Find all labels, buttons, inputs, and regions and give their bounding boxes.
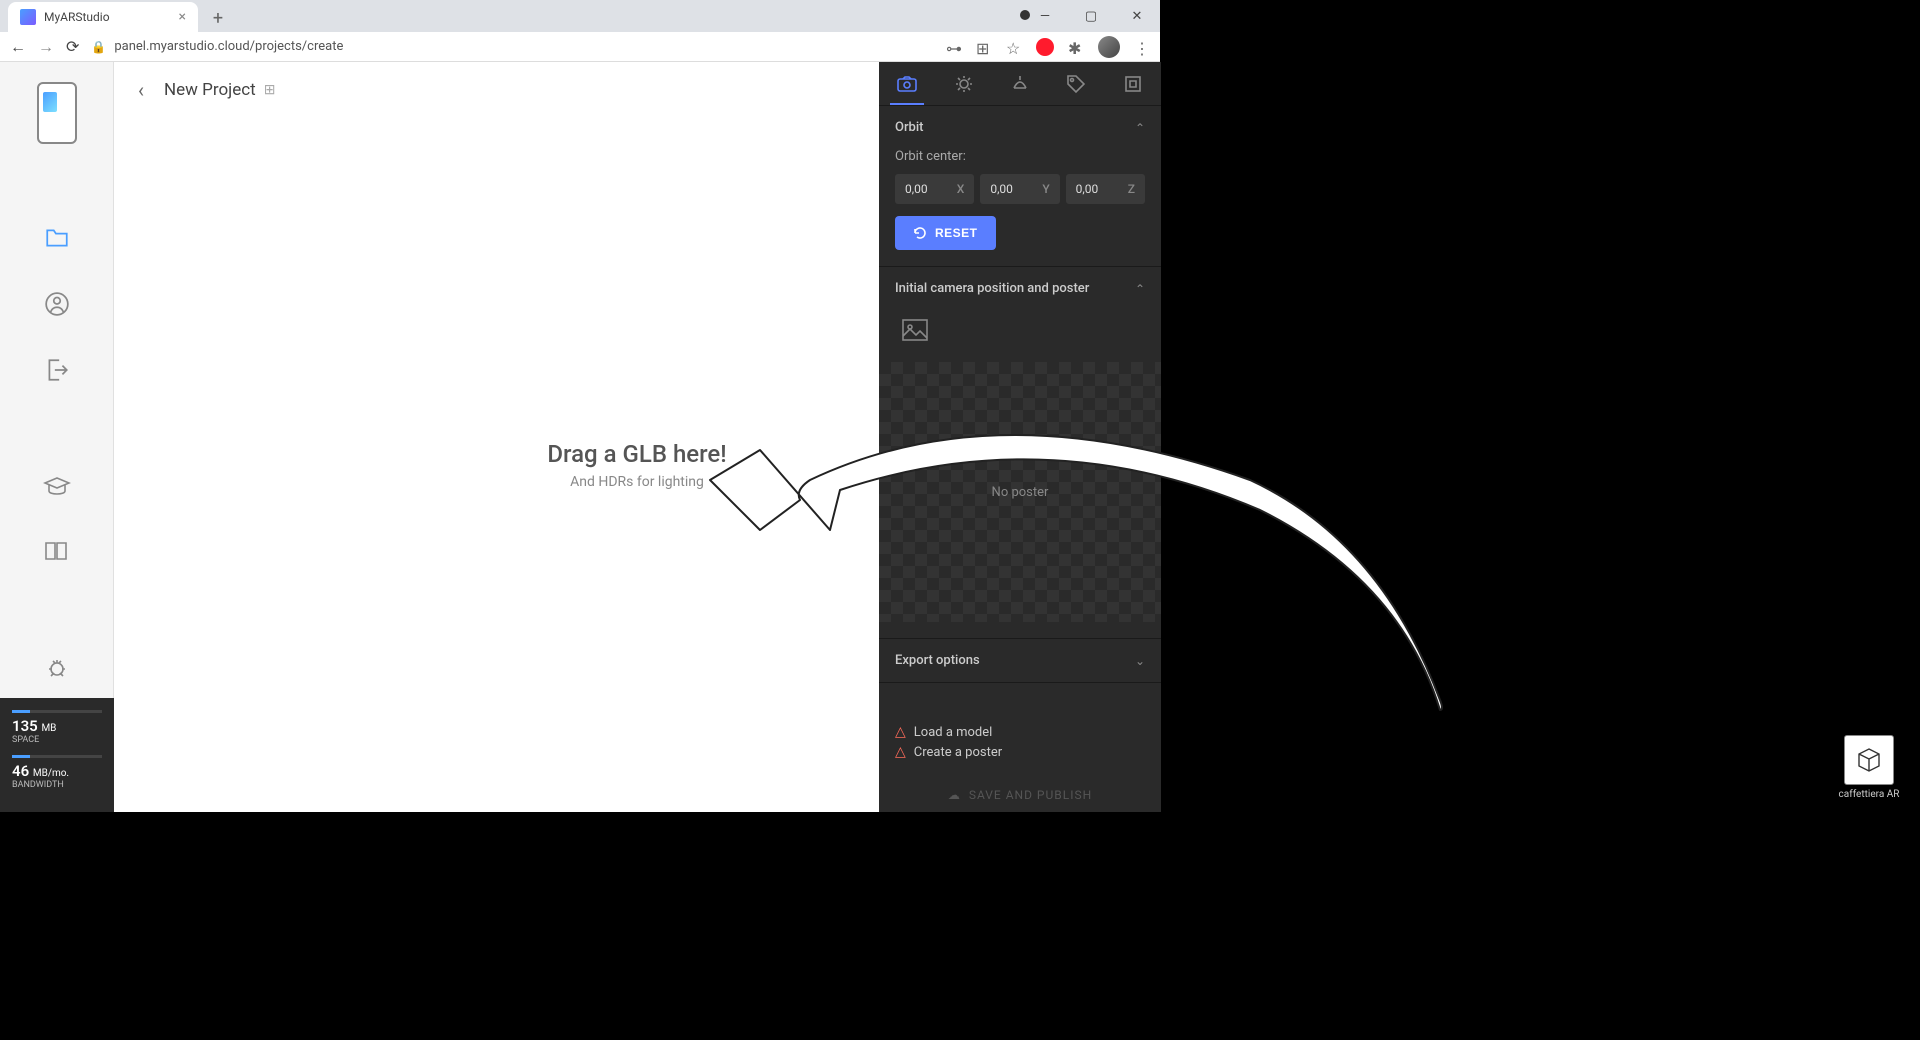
key-icon[interactable]: ⊶: [946, 39, 962, 55]
reset-button[interactable]: RESET: [895, 216, 996, 250]
sidebar: 135 MB SPACE 46 MB/mo. BANDWIDTH: [0, 62, 114, 812]
warning-load-model: △ Load a model: [895, 724, 1145, 740]
space-label: SPACE: [12, 735, 102, 745]
ar-tab[interactable]: [1105, 62, 1161, 105]
back-button[interactable]: ←: [10, 37, 26, 57]
usage-panel: 135 MB SPACE 46 MB/mo. BANDWIDTH: [0, 698, 114, 812]
favicon: [20, 9, 36, 25]
dragged-file[interactable]: caffettiera AR: [1838, 735, 1900, 800]
orbit-section: Orbit ⌃ Orbit center: 0,00X 0,00Y 0,00Z …: [879, 106, 1161, 267]
lighting-tab[interactable]: [935, 62, 991, 105]
hotspot-tab[interactable]: [1048, 62, 1104, 105]
warning-icon: △: [895, 724, 906, 740]
minimize-button[interactable]: —: [1022, 0, 1068, 32]
reload-button[interactable]: ⟳: [66, 37, 79, 56]
bandwidth-value: 46 MB/mo.: [12, 762, 102, 780]
close-icon[interactable]: ×: [179, 9, 186, 25]
orbit-x-field[interactable]: 0,00X: [895, 174, 974, 204]
account-icon[interactable]: [43, 290, 71, 318]
tab-bar: MyARStudio × + — ▢ ✕: [0, 0, 1160, 32]
tab-title: MyARStudio: [44, 10, 110, 24]
browser-chrome: MyARStudio × + — ▢ ✕ ← → ⟳ 🔒 panel.myars…: [0, 0, 1160, 62]
projects-icon[interactable]: [43, 224, 71, 252]
materials-tab[interactable]: [992, 62, 1048, 105]
learn-icon[interactable]: [43, 472, 71, 500]
url-field[interactable]: 🔒 panel.myarstudio.cloud/projects/create: [91, 39, 934, 54]
warning-create-poster: △ Create a poster: [895, 744, 1145, 760]
profile-avatar[interactable]: [1098, 36, 1120, 58]
space-value: 135 MB: [12, 717, 102, 735]
cloud-icon: ☁: [948, 788, 961, 802]
orbit-title: Orbit: [895, 120, 924, 135]
export-header[interactable]: Export options ⌄: [879, 639, 1161, 682]
address-bar: ← → ⟳ 🔒 panel.myarstudio.cloud/projects/…: [0, 32, 1160, 62]
chevron-up-icon: ⌃: [1135, 282, 1145, 296]
orbit-y-field[interactable]: 0,00Y: [980, 174, 1059, 204]
maximize-button[interactable]: ▢: [1068, 0, 1114, 32]
logout-icon[interactable]: [43, 356, 71, 384]
menu-icon[interactable]: ⋮: [1134, 39, 1150, 55]
inspector-panel: Orbit ⌃ Orbit center: 0,00X 0,00Y 0,00Z …: [879, 62, 1161, 812]
desktop-area: caffettiera AR: [1161, 0, 1920, 812]
new-tab-button[interactable]: +: [204, 4, 232, 32]
warnings: △ Load a model △ Create a poster: [879, 710, 1161, 778]
camera-section: Initial camera position and poster ⌃ No …: [879, 267, 1161, 639]
orbit-xyz-row: 0,00X 0,00Y 0,00Z: [895, 174, 1145, 204]
bookmark-icon[interactable]: ☆: [1006, 39, 1022, 55]
project-title: New Project: [164, 80, 256, 100]
extensions-icon[interactable]: ✱: [1068, 39, 1084, 55]
poster-preview[interactable]: No poster: [879, 362, 1161, 622]
export-title: Export options: [895, 653, 980, 668]
close-window-button[interactable]: ✕: [1114, 0, 1160, 32]
translate-icon[interactable]: ⊞: [976, 39, 992, 55]
bandwidth-label: BANDWIDTH: [12, 780, 102, 790]
window-controls: — ▢ ✕: [1022, 0, 1160, 32]
poster-image-icon[interactable]: [895, 310, 935, 350]
export-section: Export options ⌄: [879, 639, 1161, 683]
chevron-up-icon: ⌃: [1135, 121, 1145, 135]
docs-icon[interactable]: [43, 538, 71, 566]
device-preview-icon[interactable]: [37, 82, 77, 144]
opera-icon[interactable]: [1036, 38, 1054, 56]
camera-title: Initial camera position and poster: [895, 281, 1089, 296]
camera-header[interactable]: Initial camera position and poster ⌃: [879, 267, 1161, 310]
no-poster-text: No poster: [992, 485, 1049, 500]
file-thumbnail: [1844, 735, 1894, 785]
edit-title-icon[interactable]: ⊞: [264, 82, 276, 98]
orbit-z-field[interactable]: 0,00Z: [1066, 174, 1145, 204]
back-icon[interactable]: ‹: [138, 78, 144, 102]
bug-icon[interactable]: [43, 654, 71, 682]
file-name: caffettiera AR: [1838, 789, 1900, 800]
browser-tab[interactable]: MyARStudio ×: [8, 2, 198, 32]
drop-title: Drag a GLB here!: [547, 440, 726, 468]
url-text: panel.myarstudio.cloud/projects/create: [114, 39, 343, 54]
publish-button[interactable]: ☁ SAVE AND PUBLISH: [879, 778, 1161, 812]
inspector-tabs: [879, 62, 1161, 106]
orbit-center-label: Orbit center:: [895, 149, 1145, 164]
address-bar-icons: ⊶ ⊞ ☆ ✱ ⋮: [946, 36, 1150, 58]
orbit-header[interactable]: Orbit ⌃: [879, 106, 1161, 149]
drop-subtitle: And HDRs for lighting: [570, 474, 704, 490]
lock-icon: 🔒: [91, 40, 106, 54]
warning-icon: △: [895, 744, 906, 760]
bandwidth-bar: [12, 755, 102, 758]
space-bar: [12, 710, 102, 713]
forward-button[interactable]: →: [38, 37, 54, 57]
chevron-down-icon: ⌄: [1135, 654, 1145, 668]
camera-tab[interactable]: [879, 62, 935, 105]
